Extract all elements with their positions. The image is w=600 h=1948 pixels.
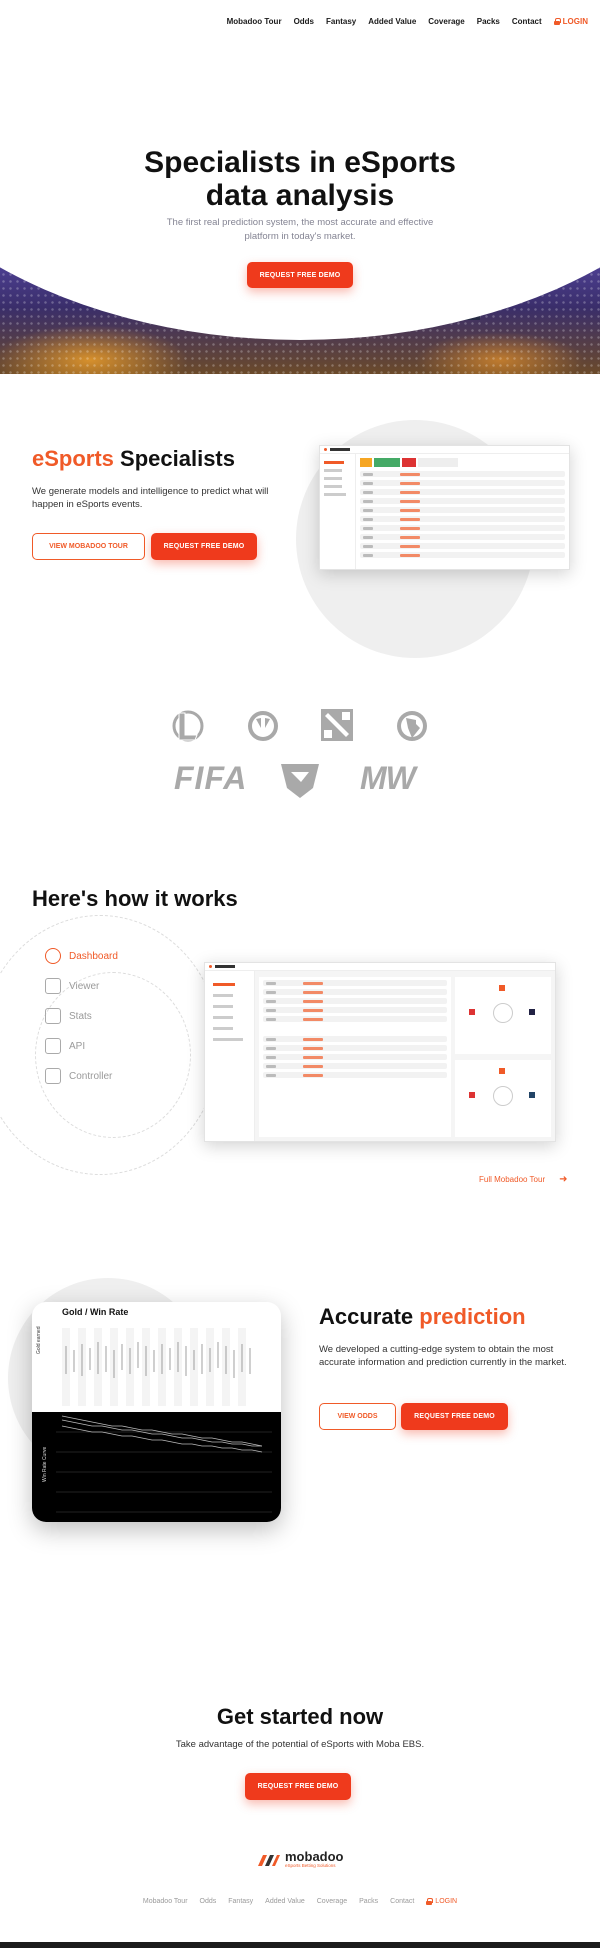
footer-login-link[interactable]: LOGIN: [426, 1898, 457, 1905]
specialists-title-accent: eSports: [32, 446, 114, 471]
full-tour-label: Full Mobadoo Tour: [479, 1175, 546, 1184]
counter-strike-icon: [397, 711, 427, 741]
gold-chart: Gold earned: [32, 1324, 281, 1412]
gold-winrate-card: Gold / Win Rate Gold earned Win Rate Cur…: [32, 1302, 281, 1522]
hero-title-line2: data analysis: [205, 179, 395, 212]
mobadoo-logo-icon: [258, 1854, 280, 1866]
hero-demo-button[interactable]: REQUEST FREE DEMO: [247, 262, 353, 288]
hero-subtitle-line1: The first real prediction system, the mo…: [166, 217, 434, 228]
prediction-demo-button[interactable]: REQUEST FREE DEMO: [401, 1403, 508, 1430]
nav-link-added-value[interactable]: Added Value: [368, 17, 416, 26]
top-nav: Mobadoo Tour Odds Fantasy Added Value Co…: [0, 0, 600, 44]
footer-bar: [0, 1942, 600, 1948]
how-item-viewer[interactable]: Viewer: [45, 978, 99, 994]
how-item-label: Viewer: [69, 980, 100, 992]
how-item-label: Dashboard: [69, 950, 118, 962]
rocket-league-icon: [281, 764, 319, 798]
how-title: Here's how it works: [32, 886, 238, 911]
winrate-ylabel: Win Rate Curve: [42, 1446, 48, 1482]
nav-link-packs[interactable]: Packs: [477, 17, 500, 26]
prediction-title-accent: prediction: [419, 1304, 526, 1329]
hero-subtitle: The first real prediction system, the mo…: [130, 216, 470, 244]
footer-links: Mobadoo Tour Odds Fantasy Added Value Co…: [0, 1898, 600, 1905]
how-item-dashboard[interactable]: Dashboard: [45, 948, 118, 964]
footer-logo[interactable]: mobadoo eSports Betting Solutions: [257, 1850, 344, 1869]
started-text: Take advantage of the potential of eSpor…: [175, 1739, 425, 1750]
hero-subtitle-line2: platform in today's market.: [244, 231, 356, 242]
lock-icon: [426, 1898, 434, 1905]
how-item-controller[interactable]: Controller: [45, 1068, 112, 1084]
how-item-label: Controller: [69, 1070, 113, 1082]
league-of-legends-icon: [172, 710, 204, 742]
prediction-text: We developed a cutting-edge system to ob…: [319, 1344, 567, 1368]
footer-link-contact[interactable]: Contact: [390, 1898, 414, 1905]
specialists-title-rest: Specialists: [113, 446, 235, 471]
view-tour-button[interactable]: VIEW MOBADOO TOUR: [32, 533, 145, 560]
footer-link-fantasy[interactable]: Fantasy: [228, 1898, 253, 1905]
nav-link-contact[interactable]: Contact: [512, 17, 542, 26]
card-title: Gold / Win Rate: [62, 1307, 129, 1317]
footer-link-odds[interactable]: Odds: [200, 1898, 217, 1905]
footer-link-added-value[interactable]: Added Value: [265, 1898, 305, 1905]
footer-tagline: eSports Betting Solutions: [285, 1863, 336, 1868]
footer-link-packs[interactable]: Packs: [359, 1898, 378, 1905]
footer-brand: mobadoo: [285, 1849, 344, 1864]
dota-2-icon: [321, 709, 353, 741]
dashboard-screenshot: [319, 445, 570, 570]
how-item-label: Stats: [69, 1010, 92, 1022]
viewer-icon: [45, 978, 61, 994]
footer-login-label: LOGIN: [435, 1898, 458, 1905]
full-tour-link[interactable]: Full Mobadoo Tour ➜: [479, 1174, 568, 1185]
overwatch-icon: [248, 711, 278, 741]
login-label: LOGIN: [562, 17, 588, 26]
prediction-title-plain: Accurate: [319, 1304, 420, 1329]
fifa-logo: FIFA: [174, 760, 248, 796]
modern-warfare-logo: MW: [360, 760, 416, 796]
nav-links: Mobadoo Tour Odds Fantasy Added Value Co…: [227, 17, 588, 26]
hero-title: Specialists in eSports data analysis: [0, 146, 600, 212]
stats-icon: [45, 1008, 61, 1024]
winrate-chart-svg: [56, 1415, 272, 1513]
api-icon: [45, 1038, 61, 1054]
winrate-chart: Win Rate Curve: [32, 1412, 281, 1522]
how-item-stats[interactable]: Stats: [45, 1008, 92, 1024]
view-odds-button[interactable]: VIEW ODDS: [319, 1403, 396, 1430]
nav-link-odds[interactable]: Odds: [294, 17, 314, 26]
gold-ylabel: Gold earned: [36, 1326, 42, 1354]
lock-icon: [553, 18, 561, 25]
dashboard-preview: [204, 962, 556, 1142]
nav-link-coverage[interactable]: Coverage: [428, 17, 464, 26]
dashboard-icon: [45, 948, 61, 964]
specialists-demo-button[interactable]: REQUEST FREE DEMO: [151, 533, 257, 560]
decor-ring-inner: [35, 972, 191, 1138]
nav-link-mobadoo-tour[interactable]: Mobadoo Tour: [227, 17, 282, 26]
started-title: Get started now: [216, 1704, 384, 1729]
footer-link-coverage[interactable]: Coverage: [317, 1898, 347, 1905]
how-item-label: API: [69, 1040, 86, 1052]
specialists-title: eSports Specialists: [32, 446, 235, 472]
nav-link-fantasy[interactable]: Fantasy: [326, 17, 356, 26]
arrow-right-icon: ➜: [559, 1174, 568, 1185]
footer-link-mobadoo-tour[interactable]: Mobadoo Tour: [143, 1898, 188, 1905]
how-item-api[interactable]: API: [45, 1038, 85, 1054]
controller-icon: [45, 1068, 61, 1084]
login-link[interactable]: LOGIN: [553, 17, 588, 26]
started-demo-button[interactable]: REQUEST FREE DEMO: [245, 1773, 351, 1800]
specialists-text: We generate models and intelligence to p…: [32, 486, 269, 510]
prediction-title: Accurate prediction: [319, 1304, 526, 1330]
hero-title-line1: Specialists in eSports: [144, 146, 456, 179]
gold-chart-svg: [62, 1328, 251, 1406]
